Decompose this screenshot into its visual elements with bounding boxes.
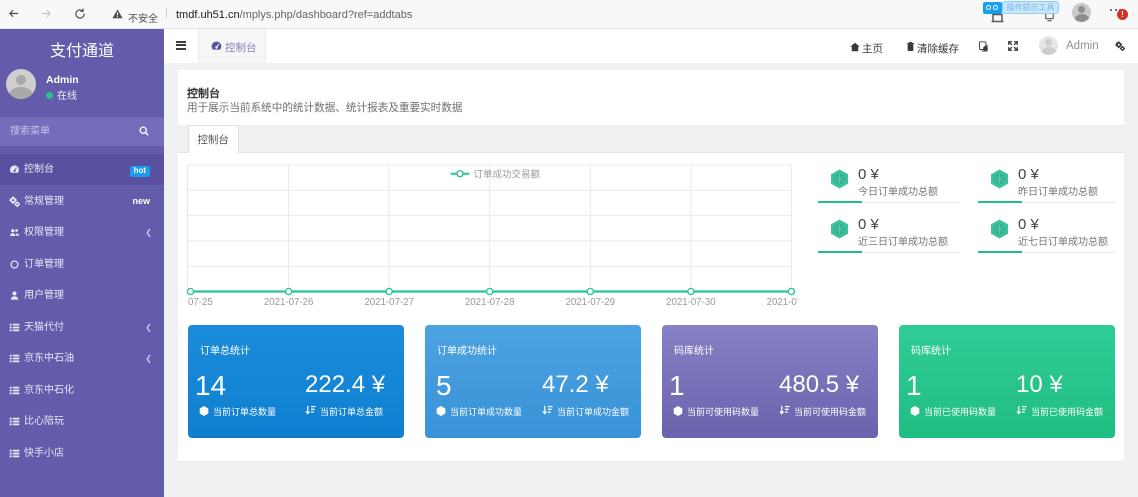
svg-text:2021-07-26: 2021-07-26 xyxy=(264,297,314,308)
svg-text:2021-07-28: 2021-07-28 xyxy=(465,297,515,308)
svg-text:2021-07-27: 2021-07-27 xyxy=(364,297,414,308)
svg-text:2021-07-31: 2021-07-31 xyxy=(767,297,798,308)
svg-text:2021-07-30: 2021-07-30 xyxy=(666,297,716,308)
svg-text:订单成功交易额: 订单成功交易额 xyxy=(474,168,541,180)
svg-text:07-25: 07-25 xyxy=(188,297,213,308)
svg-text:2021-07-29: 2021-07-29 xyxy=(566,297,616,308)
